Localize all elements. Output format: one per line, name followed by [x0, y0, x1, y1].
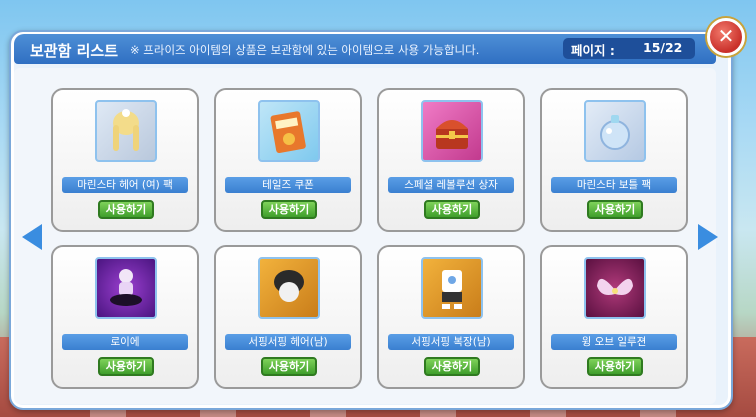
- page-label: 페이지 :: [571, 43, 615, 58]
- character-icon: [95, 257, 157, 319]
- outfit-icon: [421, 257, 483, 319]
- use-button[interactable]: 사용하기: [98, 357, 154, 376]
- page-indicator: 페이지 : 15/22: [563, 38, 695, 59]
- use-button[interactable]: 사용하기: [587, 200, 643, 219]
- item-name: 로이에: [62, 334, 188, 350]
- item-card: 서핑서핑 복장(남) 사용하기: [377, 245, 525, 389]
- panel-title: 보관함 리스트: [30, 42, 119, 60]
- item-card: 윙 오브 일루젼 사용하기: [540, 245, 688, 389]
- item-card: 서핑서핑 헤어(남) 사용하기: [214, 245, 362, 389]
- item-name: 윙 오브 일루젼: [551, 334, 677, 350]
- use-button[interactable]: 사용하기: [261, 200, 317, 219]
- use-button[interactable]: 사용하기: [424, 357, 480, 376]
- item-name: 서핑서핑 복장(남): [388, 334, 514, 350]
- next-page-arrow-icon[interactable]: [698, 224, 718, 250]
- page-value: 15/22: [643, 40, 683, 55]
- item-card: 로이에 사용하기: [51, 245, 199, 389]
- use-button[interactable]: 사용하기: [587, 357, 643, 376]
- use-button[interactable]: 사용하기: [424, 200, 480, 219]
- use-button[interactable]: 사용하기: [261, 357, 317, 376]
- wings-icon: [584, 257, 646, 319]
- item-name: 테일즈 쿠폰: [225, 177, 351, 193]
- item-card: 마린스타 보틀 팩 사용하기: [540, 88, 688, 232]
- item-card: 스페셜 레볼루션 상자 사용하기: [377, 88, 525, 232]
- blonde-hair-icon: [95, 100, 157, 162]
- item-name: 마린스타 헤어 (여) 팩: [62, 177, 188, 193]
- item-card: 마린스타 헤어 (여) 팩 사용하기: [51, 88, 199, 232]
- close-button[interactable]: ✕: [707, 18, 745, 56]
- item-name: 서핑서핑 헤어(남): [225, 334, 351, 350]
- use-button[interactable]: 사용하기: [98, 200, 154, 219]
- prev-page-arrow-icon[interactable]: [22, 224, 42, 250]
- treasure-chest-icon: [421, 100, 483, 162]
- header-notice: ※ 프라이즈 아이템의 상품은 보관함에 있는 아이템으로 사용 가능합니다.: [130, 43, 480, 57]
- bottle-icon: [584, 100, 646, 162]
- item-name: 마린스타 보틀 팩: [551, 177, 677, 193]
- item-name: 스페셜 레볼루션 상자: [388, 177, 514, 193]
- male-hair-icon: [258, 257, 320, 319]
- coupon-icon: [258, 100, 320, 162]
- item-card: 테일즈 쿠폰 사용하기: [214, 88, 362, 232]
